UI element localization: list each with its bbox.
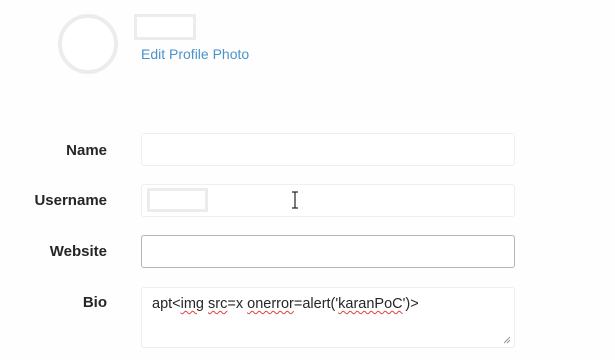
edit-profile-page: Edit Profile Photo Name Username Website… (0, 0, 615, 360)
name-label: Name (66, 142, 107, 159)
website-label: Website (49, 243, 107, 260)
profile-username-redacted (134, 14, 196, 40)
bio-text-part-misspelled: karanPoC (338, 296, 403, 312)
bio-text-part: =alert(' (293, 296, 339, 312)
bio-text-part: =x (227, 296, 248, 312)
bio-label: Bio (82, 294, 107, 311)
bio-text-part-misspelled: img (180, 296, 204, 312)
i-beam-cursor-icon (292, 191, 298, 209)
profile-avatar[interactable] (58, 14, 118, 74)
username-redacted-value (147, 188, 208, 212)
bio-textarea[interactable]: apt<img src=x onerror=alert('karanPoC')> (141, 287, 515, 348)
edit-profile-photo-link[interactable]: Edit Profile Photo (141, 46, 249, 62)
username-field[interactable] (141, 184, 515, 217)
name-field[interactable] (141, 133, 515, 166)
website-field[interactable] (141, 235, 515, 268)
resize-grip-icon[interactable] (503, 336, 511, 344)
bio-text-part-misspelled: src (208, 296, 228, 312)
bio-text-part-misspelled: onerror (247, 296, 294, 312)
username-label: Username (34, 192, 107, 209)
bio-text-part: ')> (402, 296, 419, 312)
bio-text-part: apt< (152, 296, 181, 312)
